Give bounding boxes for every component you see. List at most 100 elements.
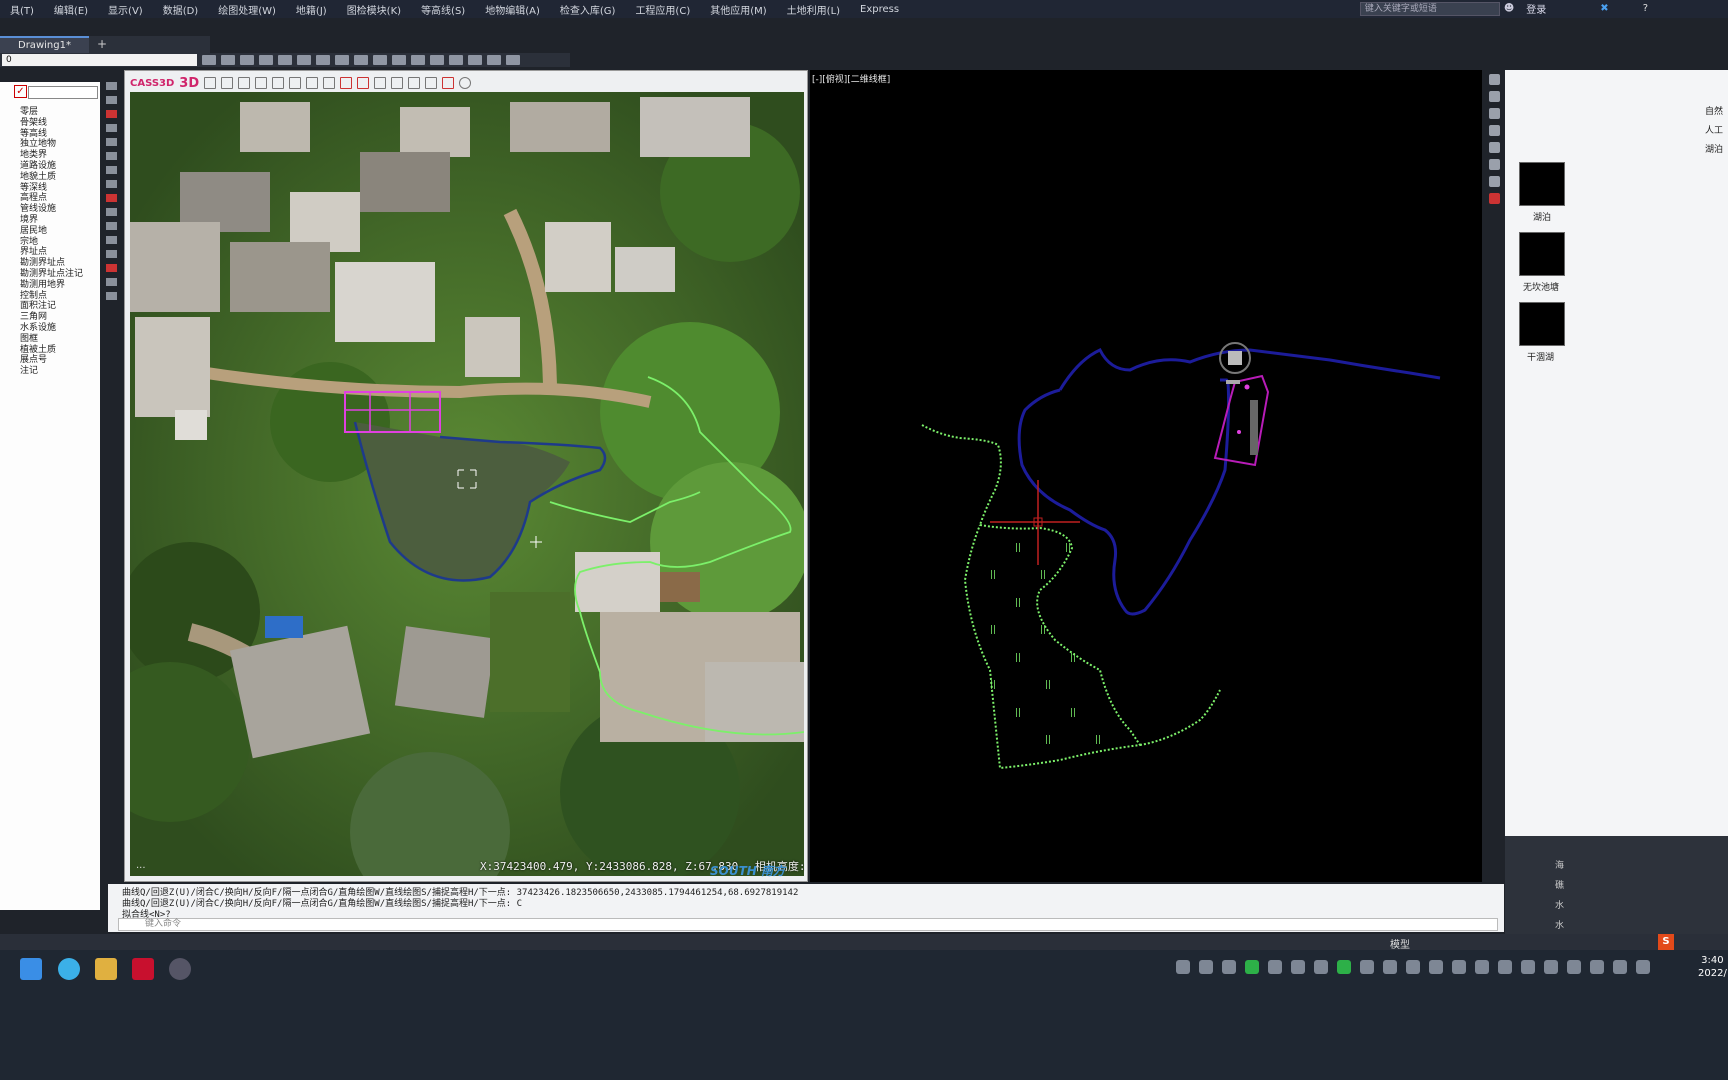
tool-icon[interactable] (106, 152, 117, 160)
menu-land-use[interactable]: 土地利用(L) (777, 2, 850, 17)
tray-icon[interactable] (1176, 960, 1190, 974)
palette-item[interactable]: 礁 (1555, 878, 1564, 891)
toolbar-button[interactable] (392, 55, 406, 65)
toolbar-button[interactable] (354, 55, 368, 65)
layer-item[interactable]: 骨架线 (0, 118, 83, 129)
tool-icon[interactable] (106, 208, 117, 216)
line-icon[interactable] (323, 77, 336, 89)
tool-icon[interactable] (106, 222, 117, 230)
help-icon[interactable] (506, 55, 520, 65)
layer-item[interactable]: 地类界 (0, 150, 83, 161)
tray-icon[interactable] (1544, 960, 1558, 974)
oblique-photo-view[interactable] (130, 92, 804, 876)
menu-tools[interactable]: 具(T) (0, 2, 44, 17)
layer-item[interactable]: 界址点 (0, 247, 83, 258)
palette-item[interactable]: 海 (1555, 858, 1564, 871)
toolbar-button[interactable] (278, 55, 292, 65)
layer-icon[interactable] (408, 77, 421, 89)
toolbar-button[interactable] (316, 55, 330, 65)
tray-icon[interactable] (1291, 960, 1305, 974)
layer-item[interactable]: 控制点 (0, 291, 83, 302)
tray-icon[interactable] (1406, 960, 1420, 974)
command-input[interactable]: 键入命令 (118, 918, 1498, 931)
cross-icon[interactable] (374, 77, 387, 89)
layer-item[interactable]: 展点号 (0, 355, 83, 366)
menu-express[interactable]: Express (850, 4, 909, 15)
nav-icon[interactable] (1488, 193, 1500, 204)
layer-item[interactable]: 水系设施 (0, 323, 83, 334)
layer-item[interactable]: 勘测界址点 (0, 258, 83, 269)
tool-icon[interactable] (106, 278, 117, 286)
tray-icon[interactable] (1613, 960, 1627, 974)
palette-tab-lake[interactable]: 湖泊 (1705, 142, 1723, 155)
cross-icon[interactable] (357, 77, 370, 89)
tool-icon[interactable] (106, 82, 117, 90)
palette-tab-artificial[interactable]: 人工 (1705, 123, 1723, 136)
nav-icon[interactable] (1488, 91, 1500, 102)
tray-icon[interactable] (1636, 960, 1650, 974)
layer-item[interactable]: 三角网 (0, 312, 83, 323)
gizmo-handle[interactable] (1226, 380, 1240, 384)
nav-icon[interactable] (1488, 74, 1500, 85)
layer-item[interactable]: 等深线 (0, 183, 83, 194)
tray-icon[interactable] (1498, 960, 1512, 974)
menu-drawing-process[interactable]: 绘图处理(W) (208, 2, 286, 17)
tool-icon[interactable] (106, 124, 117, 132)
cube-icon[interactable] (221, 77, 234, 89)
tray-icon[interactable] (1383, 960, 1397, 974)
layer-item[interactable]: 居民地 (0, 226, 83, 237)
toolbar-button[interactable] (297, 55, 311, 65)
gear-icon[interactable] (459, 77, 472, 89)
toolbar-button[interactable] (487, 55, 501, 65)
3d-mode-button[interactable]: 3D (179, 76, 199, 91)
menu-edit[interactable]: 编辑(E) (44, 2, 98, 17)
start-icon[interactable] (20, 958, 42, 980)
tab-drawing1[interactable]: Drawing1* (0, 36, 89, 53)
tool-icon[interactable] (106, 138, 117, 146)
tray-icon[interactable] (1245, 960, 1259, 974)
menu-other-apps[interactable]: 其他应用(M) (700, 2, 776, 17)
toolbar-button[interactable] (449, 55, 463, 65)
tray-icon[interactable] (1590, 960, 1604, 974)
tray-icon[interactable] (1268, 960, 1282, 974)
tray-icon[interactable] (1429, 960, 1443, 974)
input-method-icon[interactable]: S (1658, 934, 1674, 950)
minus-icon[interactable] (442, 77, 455, 89)
folder-icon[interactable] (95, 958, 117, 980)
palette-item[interactable]: 水 (1555, 898, 1564, 911)
tray-icon[interactable] (1199, 960, 1213, 974)
measure-icon[interactable] (255, 77, 268, 89)
grid-icon[interactable] (238, 77, 251, 89)
palette-item[interactable]: 水 (1555, 918, 1564, 931)
tray-icon[interactable] (1521, 960, 1535, 974)
toolbar-button[interactable] (335, 55, 349, 65)
user-icon[interactable]: ☻ (1504, 3, 1514, 14)
toolbar-button[interactable] (221, 55, 235, 65)
toolbar-button[interactable] (430, 55, 444, 65)
palette-tab-natural[interactable]: 自然 (1705, 104, 1723, 117)
checkbox-icon[interactable]: ✓ (14, 85, 27, 98)
tray-icon[interactable] (1222, 960, 1236, 974)
tool-icon[interactable] (106, 180, 117, 188)
tray-icon[interactable] (1360, 960, 1374, 974)
layer-item[interactable]: 独立地物 (0, 139, 83, 150)
layer-item[interactable]: 勘测界址点注记 (0, 269, 83, 280)
browser-icon[interactable] (58, 958, 80, 980)
toolbar-button[interactable] (240, 55, 254, 65)
help-icon[interactable]: ? (1643, 3, 1648, 14)
viewport-label[interactable]: [-][俯视][二维线框] (812, 72, 890, 85)
nav-icon[interactable] (1488, 176, 1500, 187)
tray-icon[interactable] (1314, 960, 1328, 974)
layer-item[interactable]: 零层 (0, 107, 83, 118)
tool-icon[interactable] (106, 264, 117, 272)
pond-symbol-swatch[interactable] (1519, 232, 1565, 276)
tray-icon[interactable] (1452, 960, 1466, 974)
layer-filter-input[interactable] (28, 86, 98, 99)
menu-check-import[interactable]: 检查入库(G) (550, 2, 626, 17)
nav-icon[interactable] (1488, 159, 1500, 170)
layer-item[interactable]: 图框 (0, 334, 83, 345)
nav-icon[interactable] (1488, 142, 1500, 153)
toolbar-button[interactable] (202, 55, 216, 65)
layer-item[interactable]: 植被土质 (0, 345, 83, 356)
layer-item[interactable]: 面积注记 (0, 301, 83, 312)
